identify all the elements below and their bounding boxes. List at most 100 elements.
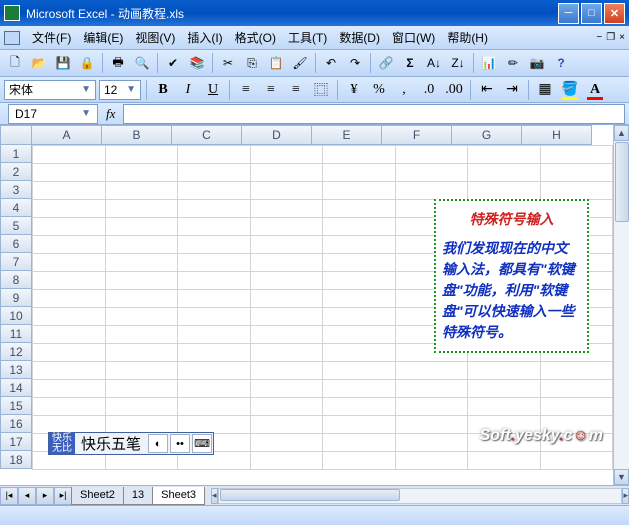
cell[interactable]: [323, 326, 396, 344]
camera-icon[interactable]: 📷: [526, 52, 548, 74]
cell[interactable]: [178, 146, 251, 164]
cell[interactable]: [250, 308, 323, 326]
tab-prev-icon[interactable]: ◂: [18, 487, 36, 505]
new-icon[interactable]: 🗋: [4, 52, 26, 74]
cell[interactable]: [178, 362, 251, 380]
copy-icon[interactable]: ⎘: [241, 52, 263, 74]
cell[interactable]: [178, 164, 251, 182]
cell[interactable]: [250, 434, 323, 452]
column-header[interactable]: H: [522, 125, 592, 145]
cell[interactable]: [33, 254, 106, 272]
cell[interactable]: [33, 218, 106, 236]
help-icon[interactable]: ?: [550, 52, 572, 74]
scroll-up-icon[interactable]: ▲: [614, 125, 629, 141]
cell[interactable]: [105, 182, 178, 200]
cell[interactable]: [178, 272, 251, 290]
font-size-combo[interactable]: 12 ▼: [99, 80, 141, 100]
cut-icon[interactable]: ✂: [217, 52, 239, 74]
cell[interactable]: [468, 182, 541, 200]
row-header[interactable]: 1: [0, 145, 32, 163]
cell[interactable]: [250, 146, 323, 164]
cell[interactable]: [33, 146, 106, 164]
cell[interactable]: [105, 416, 178, 434]
cell[interactable]: [323, 254, 396, 272]
row-header[interactable]: 3: [0, 181, 32, 199]
cell[interactable]: [250, 164, 323, 182]
cell[interactable]: [323, 290, 396, 308]
column-header[interactable]: E: [312, 125, 382, 145]
undo-icon[interactable]: ↶: [320, 52, 342, 74]
hyperlink-icon[interactable]: 🔗: [375, 52, 397, 74]
cell[interactable]: [178, 326, 251, 344]
cell[interactable]: [395, 362, 468, 380]
cell[interactable]: [395, 146, 468, 164]
cell[interactable]: [33, 344, 106, 362]
cell[interactable]: [178, 398, 251, 416]
menu-data[interactable]: 数据(D): [333, 27, 386, 48]
column-header[interactable]: B: [102, 125, 172, 145]
cell[interactable]: [105, 380, 178, 398]
row-header[interactable]: 9: [0, 289, 32, 307]
cell[interactable]: [250, 326, 323, 344]
row-header[interactable]: 4: [0, 199, 32, 217]
align-right-icon[interactable]: ≡: [285, 79, 307, 101]
fill-color-icon[interactable]: 🪣: [559, 79, 581, 101]
row-header[interactable]: 14: [0, 379, 32, 397]
menu-window[interactable]: 窗口(W): [386, 27, 441, 48]
vertical-scrollbar[interactable]: ▲ ▼: [613, 125, 629, 485]
cell[interactable]: [250, 452, 323, 470]
horizontal-scrollbar[interactable]: ◂ ▸: [211, 488, 629, 504]
cell[interactable]: [323, 452, 396, 470]
drawing-icon[interactable]: ✏: [502, 52, 524, 74]
cell[interactable]: [178, 236, 251, 254]
cell[interactable]: [250, 380, 323, 398]
menu-file[interactable]: 文件(F): [26, 27, 77, 48]
column-header[interactable]: F: [382, 125, 452, 145]
currency-icon[interactable]: ¥: [343, 79, 365, 101]
cell[interactable]: [323, 380, 396, 398]
cell[interactable]: [105, 200, 178, 218]
cell[interactable]: [33, 380, 106, 398]
cell[interactable]: [323, 398, 396, 416]
cell[interactable]: [33, 416, 106, 434]
merge-icon[interactable]: ⿴: [310, 79, 332, 101]
cell[interactable]: [250, 398, 323, 416]
cell[interactable]: [178, 200, 251, 218]
cell[interactable]: [250, 254, 323, 272]
cell[interactable]: [468, 380, 541, 398]
cell[interactable]: [33, 326, 106, 344]
doc-minimize-button[interactable]: −: [596, 32, 602, 43]
cell[interactable]: [323, 200, 396, 218]
cell[interactable]: [323, 218, 396, 236]
cell[interactable]: [105, 254, 178, 272]
cell[interactable]: [323, 164, 396, 182]
menu-format[interactable]: 格式(O): [229, 27, 282, 48]
increase-decimal-icon[interactable]: .0: [418, 79, 440, 101]
tab-first-icon[interactable]: |◂: [0, 487, 18, 505]
ime-logo[interactable]: 快乐 无比: [49, 433, 75, 454]
cell[interactable]: [395, 416, 468, 434]
cell[interactable]: [178, 416, 251, 434]
cell[interactable]: [105, 290, 178, 308]
close-button[interactable]: ✕: [604, 3, 625, 24]
column-header[interactable]: A: [32, 125, 102, 145]
cell[interactable]: [540, 362, 613, 380]
underline-button[interactable]: U: [202, 79, 224, 101]
align-center-icon[interactable]: ≡: [260, 79, 282, 101]
menu-help[interactable]: 帮助(H): [441, 27, 494, 48]
cell[interactable]: [250, 290, 323, 308]
cell[interactable]: [540, 416, 613, 434]
row-header[interactable]: 10: [0, 307, 32, 325]
decrease-indent-icon[interactable]: ⇤: [476, 79, 498, 101]
cell[interactable]: [33, 200, 106, 218]
cell[interactable]: [395, 398, 468, 416]
print-icon[interactable]: 🖶: [107, 52, 129, 74]
cell[interactable]: [250, 272, 323, 290]
italic-button[interactable]: I: [177, 79, 199, 101]
cell[interactable]: [105, 344, 178, 362]
cell[interactable]: [395, 164, 468, 182]
menu-edit[interactable]: 编辑(E): [77, 27, 129, 48]
row-header[interactable]: 13: [0, 361, 32, 379]
menu-view[interactable]: 视图(V): [129, 27, 181, 48]
increase-indent-icon[interactable]: ⇥: [501, 79, 523, 101]
